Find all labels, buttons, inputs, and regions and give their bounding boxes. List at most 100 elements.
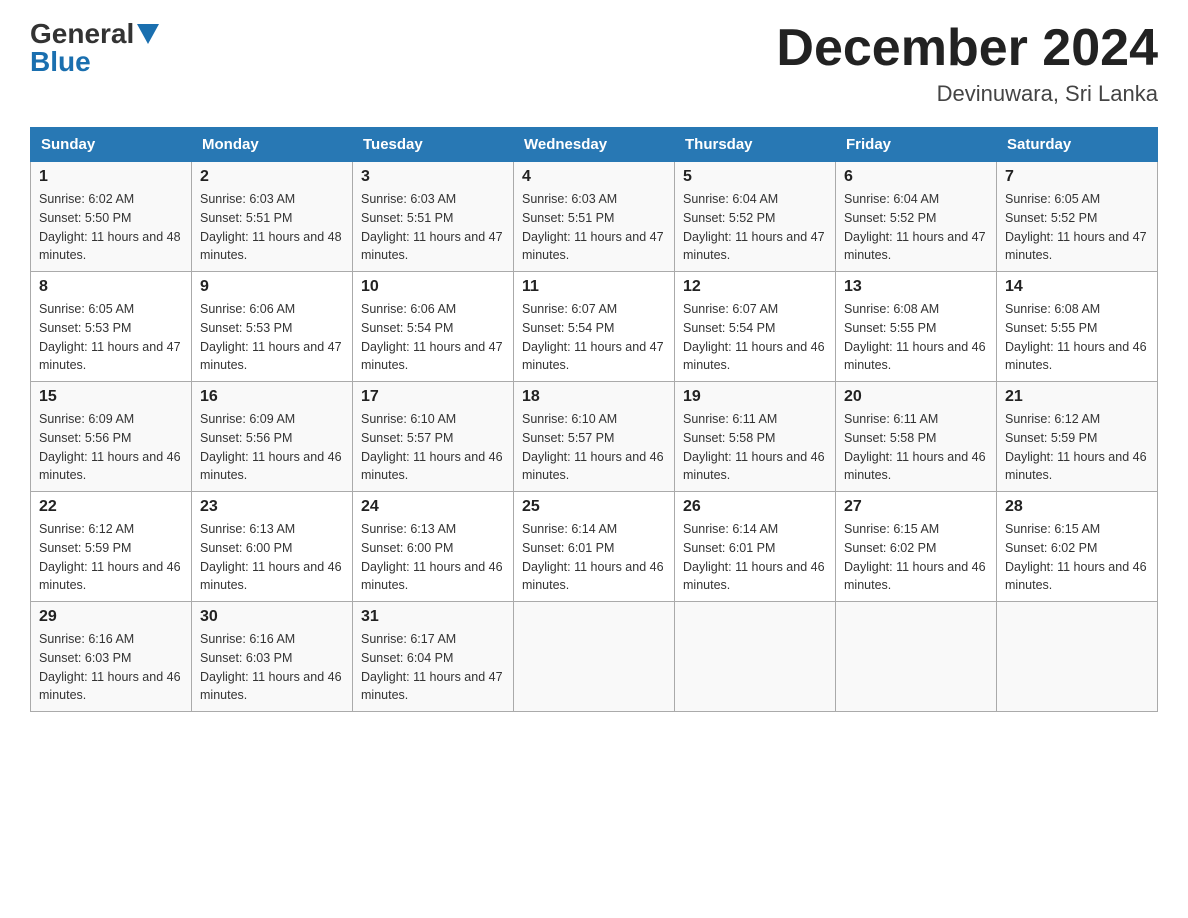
day-number: 14 [1005, 278, 1149, 296]
day-number: 9 [200, 278, 344, 296]
day-number: 3 [361, 168, 505, 186]
day-cell-11: 11 Sunrise: 6:07 AM Sunset: 5:54 PM Dayl… [514, 272, 675, 382]
day-number: 6 [844, 168, 988, 186]
day-info: Sunrise: 6:08 AM Sunset: 5:55 PM Dayligh… [844, 300, 988, 375]
empty-cell-4-3 [514, 602, 675, 712]
day-info: Sunrise: 6:03 AM Sunset: 5:51 PM Dayligh… [361, 190, 505, 265]
day-cell-22: 22 Sunrise: 6:12 AM Sunset: 5:59 PM Dayl… [31, 492, 192, 602]
day-number: 25 [522, 498, 666, 516]
day-cell-15: 15 Sunrise: 6:09 AM Sunset: 5:56 PM Dayl… [31, 382, 192, 492]
day-number: 24 [361, 498, 505, 516]
day-number: 19 [683, 388, 827, 406]
day-info: Sunrise: 6:04 AM Sunset: 5:52 PM Dayligh… [683, 190, 827, 265]
day-number: 21 [1005, 388, 1149, 406]
day-number: 31 [361, 608, 505, 626]
day-number: 11 [522, 278, 666, 296]
day-cell-28: 28 Sunrise: 6:15 AM Sunset: 6:02 PM Dayl… [997, 492, 1158, 602]
day-cell-13: 13 Sunrise: 6:08 AM Sunset: 5:55 PM Dayl… [836, 272, 997, 382]
day-cell-17: 17 Sunrise: 6:10 AM Sunset: 5:57 PM Dayl… [353, 382, 514, 492]
day-info: Sunrise: 6:09 AM Sunset: 5:56 PM Dayligh… [200, 410, 344, 485]
day-cell-20: 20 Sunrise: 6:11 AM Sunset: 5:58 PM Dayl… [836, 382, 997, 492]
logo-arrow-icon [137, 24, 159, 46]
day-cell-24: 24 Sunrise: 6:13 AM Sunset: 6:00 PM Dayl… [353, 492, 514, 602]
day-info: Sunrise: 6:15 AM Sunset: 6:02 PM Dayligh… [1005, 520, 1149, 595]
day-info: Sunrise: 6:14 AM Sunset: 6:01 PM Dayligh… [522, 520, 666, 595]
day-number: 1 [39, 168, 183, 186]
weekday-header-monday: Monday [192, 128, 353, 162]
day-info: Sunrise: 6:12 AM Sunset: 5:59 PM Dayligh… [39, 520, 183, 595]
calendar-table: SundayMondayTuesdayWednesdayThursdayFrid… [30, 127, 1158, 712]
day-info: Sunrise: 6:16 AM Sunset: 6:03 PM Dayligh… [39, 630, 183, 705]
day-cell-9: 9 Sunrise: 6:06 AM Sunset: 5:53 PM Dayli… [192, 272, 353, 382]
day-info: Sunrise: 6:06 AM Sunset: 5:53 PM Dayligh… [200, 300, 344, 375]
day-cell-2: 2 Sunrise: 6:03 AM Sunset: 5:51 PM Dayli… [192, 162, 353, 272]
day-number: 20 [844, 388, 988, 406]
empty-cell-4-5 [836, 602, 997, 712]
day-number: 5 [683, 168, 827, 186]
day-cell-12: 12 Sunrise: 6:07 AM Sunset: 5:54 PM Dayl… [675, 272, 836, 382]
day-cell-5: 5 Sunrise: 6:04 AM Sunset: 5:52 PM Dayli… [675, 162, 836, 272]
day-info: Sunrise: 6:04 AM Sunset: 5:52 PM Dayligh… [844, 190, 988, 265]
weekday-header-thursday: Thursday [675, 128, 836, 162]
title-section: December 2024 Devinuwara, Sri Lanka [776, 20, 1158, 107]
day-cell-26: 26 Sunrise: 6:14 AM Sunset: 6:01 PM Dayl… [675, 492, 836, 602]
day-cell-21: 21 Sunrise: 6:12 AM Sunset: 5:59 PM Dayl… [997, 382, 1158, 492]
day-number: 18 [522, 388, 666, 406]
weekday-header-sunday: Sunday [31, 128, 192, 162]
day-cell-14: 14 Sunrise: 6:08 AM Sunset: 5:55 PM Dayl… [997, 272, 1158, 382]
day-info: Sunrise: 6:10 AM Sunset: 5:57 PM Dayligh… [522, 410, 666, 485]
day-cell-4: 4 Sunrise: 6:03 AM Sunset: 5:51 PM Dayli… [514, 162, 675, 272]
weekday-header-friday: Friday [836, 128, 997, 162]
day-cell-23: 23 Sunrise: 6:13 AM Sunset: 6:00 PM Dayl… [192, 492, 353, 602]
day-info: Sunrise: 6:12 AM Sunset: 5:59 PM Dayligh… [1005, 410, 1149, 485]
day-number: 28 [1005, 498, 1149, 516]
day-number: 12 [683, 278, 827, 296]
weekday-header-saturday: Saturday [997, 128, 1158, 162]
day-info: Sunrise: 6:08 AM Sunset: 5:55 PM Dayligh… [1005, 300, 1149, 375]
day-info: Sunrise: 6:06 AM Sunset: 5:54 PM Dayligh… [361, 300, 505, 375]
day-cell-29: 29 Sunrise: 6:16 AM Sunset: 6:03 PM Dayl… [31, 602, 192, 712]
day-info: Sunrise: 6:03 AM Sunset: 5:51 PM Dayligh… [522, 190, 666, 265]
weekday-header-row: SundayMondayTuesdayWednesdayThursdayFrid… [31, 128, 1158, 162]
day-info: Sunrise: 6:10 AM Sunset: 5:57 PM Dayligh… [361, 410, 505, 485]
day-info: Sunrise: 6:07 AM Sunset: 5:54 PM Dayligh… [522, 300, 666, 375]
day-info: Sunrise: 6:13 AM Sunset: 6:00 PM Dayligh… [361, 520, 505, 595]
day-info: Sunrise: 6:07 AM Sunset: 5:54 PM Dayligh… [683, 300, 827, 375]
day-number: 10 [361, 278, 505, 296]
day-info: Sunrise: 6:14 AM Sunset: 6:01 PM Dayligh… [683, 520, 827, 595]
day-info: Sunrise: 6:02 AM Sunset: 5:50 PM Dayligh… [39, 190, 183, 265]
day-info: Sunrise: 6:17 AM Sunset: 6:04 PM Dayligh… [361, 630, 505, 705]
day-cell-31: 31 Sunrise: 6:17 AM Sunset: 6:04 PM Dayl… [353, 602, 514, 712]
day-info: Sunrise: 6:03 AM Sunset: 5:51 PM Dayligh… [200, 190, 344, 265]
day-number: 13 [844, 278, 988, 296]
day-number: 30 [200, 608, 344, 626]
day-cell-19: 19 Sunrise: 6:11 AM Sunset: 5:58 PM Dayl… [675, 382, 836, 492]
day-cell-3: 3 Sunrise: 6:03 AM Sunset: 5:51 PM Dayli… [353, 162, 514, 272]
empty-cell-4-4 [675, 602, 836, 712]
day-cell-6: 6 Sunrise: 6:04 AM Sunset: 5:52 PM Dayli… [836, 162, 997, 272]
day-number: 23 [200, 498, 344, 516]
page-header: General Blue December 2024 Devinuwara, S… [30, 20, 1158, 107]
day-cell-30: 30 Sunrise: 6:16 AM Sunset: 6:03 PM Dayl… [192, 602, 353, 712]
day-number: 29 [39, 608, 183, 626]
week-row-5: 29 Sunrise: 6:16 AM Sunset: 6:03 PM Dayl… [31, 602, 1158, 712]
day-number: 4 [522, 168, 666, 186]
day-cell-25: 25 Sunrise: 6:14 AM Sunset: 6:01 PM Dayl… [514, 492, 675, 602]
day-info: Sunrise: 6:11 AM Sunset: 5:58 PM Dayligh… [844, 410, 988, 485]
day-number: 22 [39, 498, 183, 516]
location-text: Devinuwara, Sri Lanka [776, 81, 1158, 107]
day-number: 16 [200, 388, 344, 406]
day-number: 7 [1005, 168, 1149, 186]
logo-general-text: General [30, 20, 134, 48]
day-info: Sunrise: 6:15 AM Sunset: 6:02 PM Dayligh… [844, 520, 988, 595]
day-number: 26 [683, 498, 827, 516]
day-cell-7: 7 Sunrise: 6:05 AM Sunset: 5:52 PM Dayli… [997, 162, 1158, 272]
day-number: 2 [200, 168, 344, 186]
day-number: 17 [361, 388, 505, 406]
weekday-header-wednesday: Wednesday [514, 128, 675, 162]
day-info: Sunrise: 6:11 AM Sunset: 5:58 PM Dayligh… [683, 410, 827, 485]
logo: General Blue [30, 20, 159, 76]
week-row-1: 1 Sunrise: 6:02 AM Sunset: 5:50 PM Dayli… [31, 162, 1158, 272]
day-info: Sunrise: 6:05 AM Sunset: 5:52 PM Dayligh… [1005, 190, 1149, 265]
day-number: 27 [844, 498, 988, 516]
